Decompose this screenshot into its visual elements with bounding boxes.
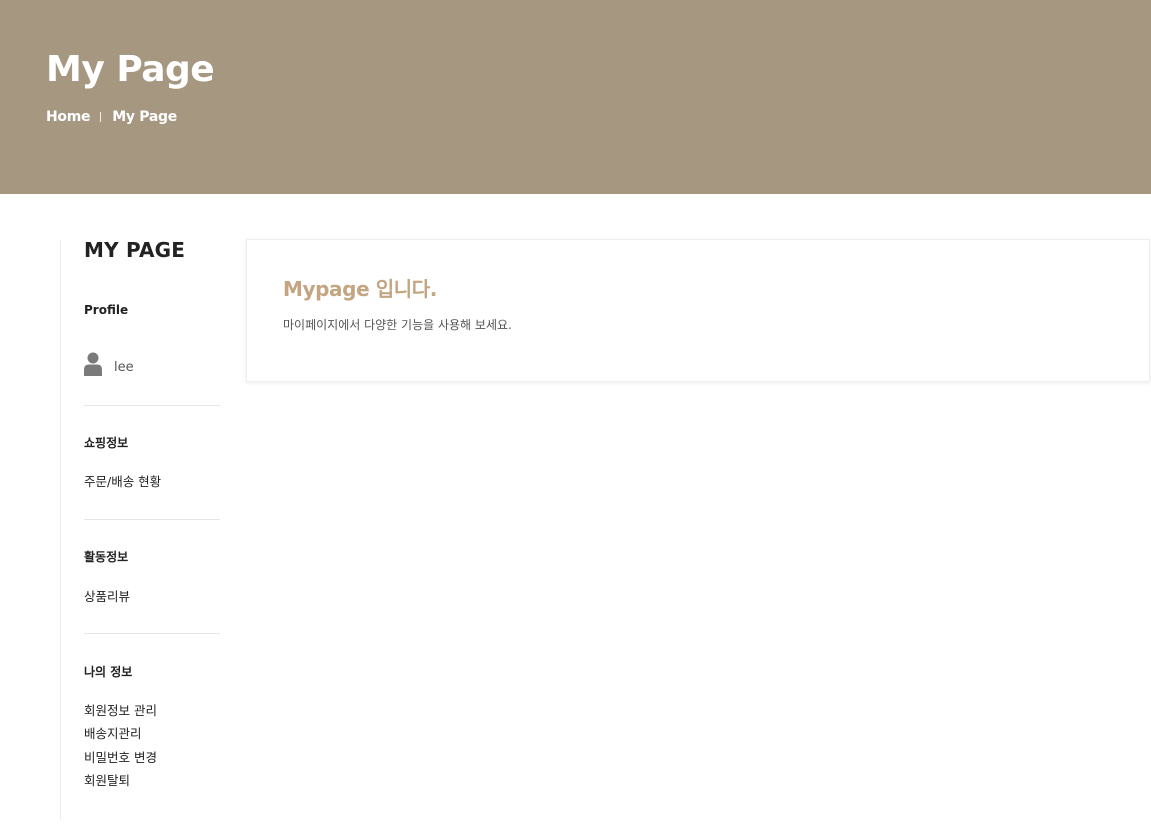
divider	[84, 633, 220, 634]
page-header: My Page Home My Page	[0, 0, 1151, 194]
card-title: Mypage 입니다.	[283, 277, 437, 301]
mypage-welcome-card: Mypage 입니다. 마이페이지에서 다양한 기능을 사용해 보세요.	[246, 239, 1150, 382]
divider	[84, 405, 220, 406]
profile-row: lee	[84, 352, 134, 376]
sidebar: MY PAGE Profile lee 쇼핑정보 주문/배송 현황 활동정보 상…	[60, 238, 221, 820]
breadcrumb-separator	[100, 112, 102, 122]
page-title: My Page	[46, 49, 215, 90]
breadcrumb-current[interactable]: My Page	[112, 109, 177, 125]
breadcrumb-home-link[interactable]: Home	[46, 109, 91, 125]
sidebar-title: MY PAGE	[84, 238, 186, 262]
breadcrumb: Home My Page	[46, 107, 177, 127]
card-description: 마이페이지에서 다양한 기능을 사용해 보세요.	[283, 318, 512, 332]
profile-username: lee	[114, 359, 134, 375]
withdraw-membership-link[interactable]: 회원탈퇴	[84, 772, 130, 790]
member-info-link[interactable]: 회원정보 관리	[84, 702, 157, 720]
user-icon	[84, 352, 102, 376]
product-review-link[interactable]: 상품리뷰	[84, 588, 130, 606]
activity-info-heading: 활동정보	[84, 550, 129, 564]
my-info-heading: 나의 정보	[84, 665, 133, 679]
shopping-info-heading: 쇼핑정보	[84, 436, 129, 450]
change-password-link[interactable]: 비밀번호 변경	[84, 749, 157, 767]
divider	[84, 519, 220, 520]
profile-heading: Profile	[84, 303, 129, 317]
order-delivery-status-link[interactable]: 주문/배송 현황	[84, 473, 161, 491]
shipping-address-link[interactable]: 배송지관리	[84, 725, 142, 743]
